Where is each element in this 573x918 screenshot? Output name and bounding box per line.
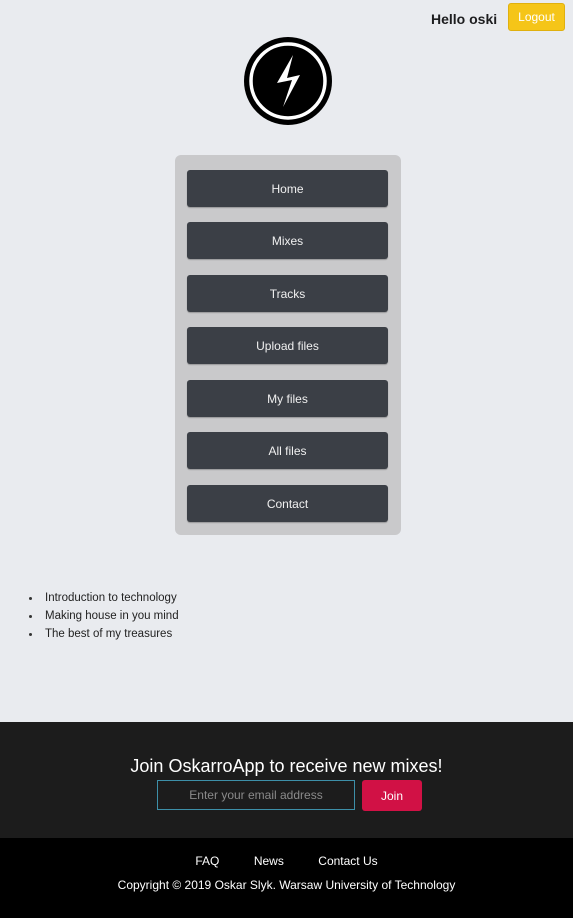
email-input[interactable] bbox=[157, 780, 355, 810]
main-navigation: Home Mixes Tracks Upload files My files … bbox=[175, 155, 401, 535]
newsletter-heading: Join OskarroApp to receive new mixes! bbox=[130, 756, 443, 776]
nav-mixes-button[interactable]: Mixes bbox=[187, 222, 388, 259]
mix-list-item: Introduction to technology bbox=[25, 589, 179, 607]
logo[interactable] bbox=[242, 35, 334, 127]
join-button[interactable]: Join bbox=[362, 780, 422, 811]
nav-tracks-button[interactable]: Tracks bbox=[187, 275, 388, 312]
mix-list: Introduction to technology Making house … bbox=[25, 589, 179, 643]
lightning-bolt-icon bbox=[244, 37, 332, 125]
footer-link-news[interactable]: News bbox=[254, 854, 284, 868]
user-greeting: Hello oski bbox=[431, 11, 498, 27]
footer: FAQ News Contact Us Copyright © 2019 Osk… bbox=[0, 838, 573, 918]
nav-upload-files-button[interactable]: Upload files bbox=[187, 327, 388, 364]
top-bar: Hello oski Logout bbox=[0, 0, 573, 36]
footer-link-contact-us[interactable]: Contact Us bbox=[318, 854, 377, 868]
mix-list-item: Making house in you mind bbox=[25, 607, 179, 625]
nav-my-files-button[interactable]: My files bbox=[187, 380, 388, 417]
nav-all-files-button[interactable]: All files bbox=[187, 432, 388, 469]
footer-link-faq[interactable]: FAQ bbox=[195, 854, 219, 868]
footer-links: FAQ News Contact Us bbox=[0, 852, 573, 870]
newsletter-section: Join OskarroApp to receive new mixes! Jo… bbox=[0, 722, 573, 838]
copyright-text: Copyright © 2019 Oskar Slyk. Warsaw Univ… bbox=[117, 878, 456, 892]
nav-home-button[interactable]: Home bbox=[187, 170, 388, 207]
logout-button[interactable]: Logout bbox=[508, 3, 565, 31]
mix-list-item: The best of my treasures bbox=[25, 625, 179, 643]
nav-contact-button[interactable]: Contact bbox=[187, 485, 388, 522]
